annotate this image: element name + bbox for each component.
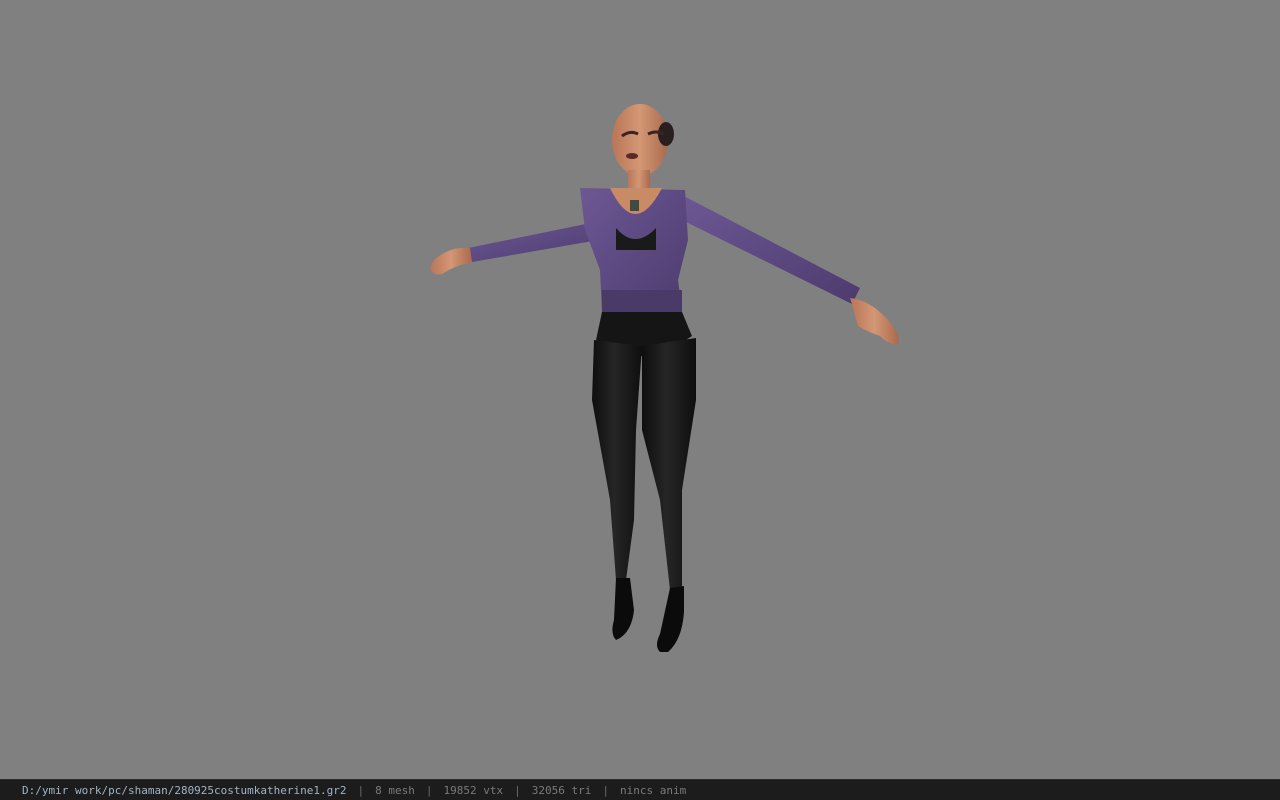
separator: | <box>602 783 609 797</box>
status-bar: D:/ymir work/pc/shaman/280925costumkathe… <box>0 779 1280 800</box>
shoes <box>612 578 684 652</box>
separator: | <box>425 783 433 797</box>
triangle-count: 32056 tri <box>531 783 592 797</box>
file-path: D:/ymir work/pc/shaman/280925costumkathe… <box>22 783 347 797</box>
left-arm <box>430 220 610 275</box>
mesh-count: 8 mesh <box>375 783 415 797</box>
separator: | <box>514 783 521 797</box>
anim-status: nincs anim <box>619 783 687 797</box>
vertex-count: 19852 vtx <box>443 783 504 797</box>
3d-viewport[interactable] <box>0 0 1280 779</box>
legs <box>592 338 696 590</box>
head <box>612 104 674 188</box>
torso <box>580 188 688 312</box>
right-arm <box>678 195 899 345</box>
separator: | <box>357 783 365 797</box>
character-model[interactable] <box>420 100 910 660</box>
